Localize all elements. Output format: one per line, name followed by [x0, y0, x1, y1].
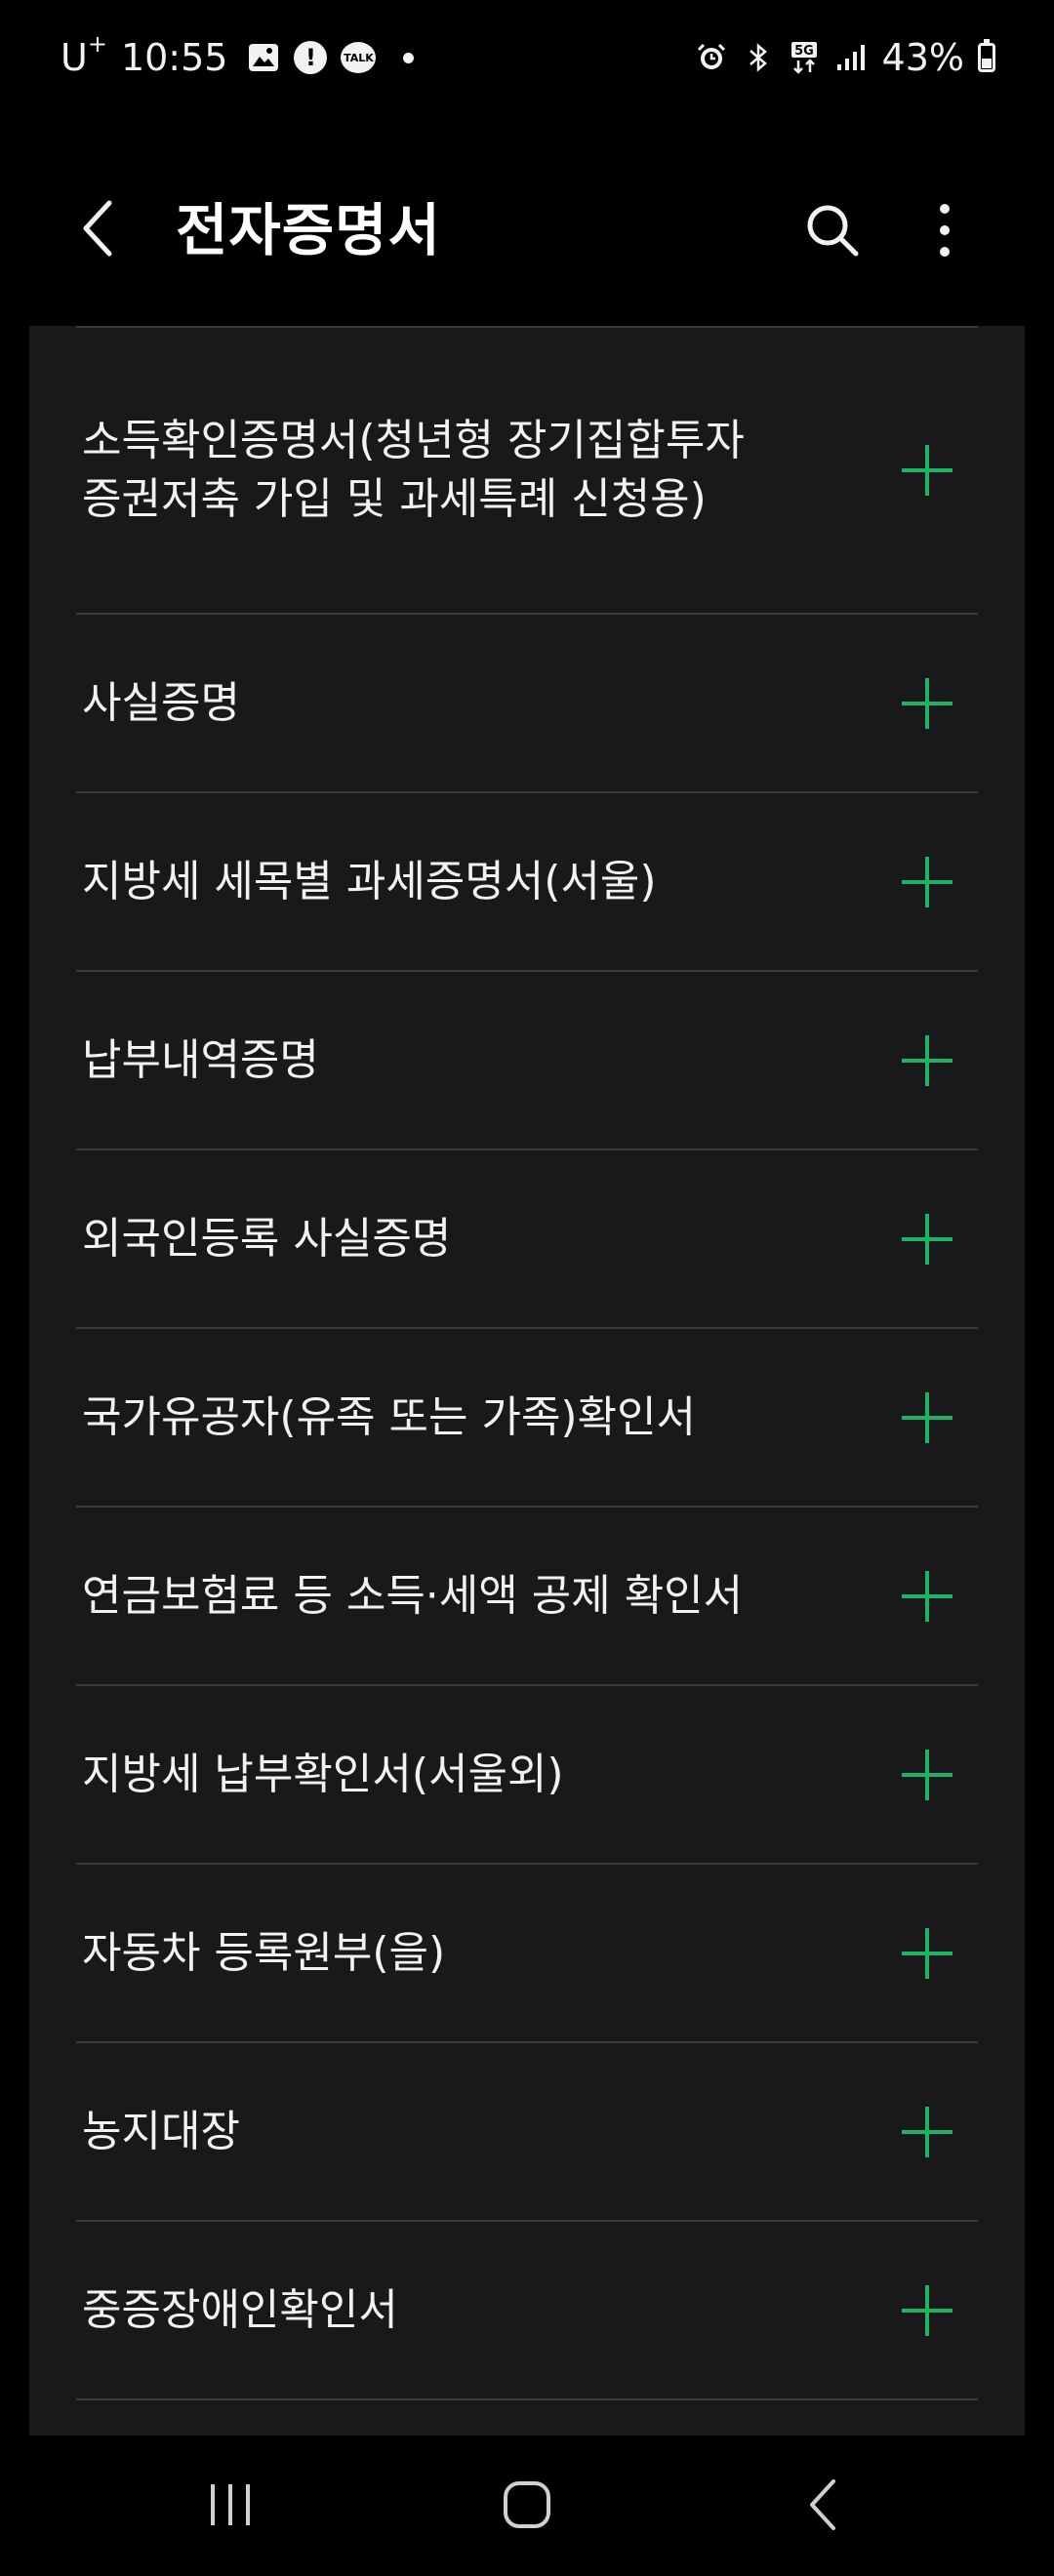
signal-icon — [835, 41, 869, 74]
plus-icon[interactable] — [900, 855, 954, 909]
plus-icon[interactable] — [900, 676, 954, 731]
item-label: 국가유공자(유족 또는 가족)확인서 — [82, 1391, 697, 1442]
search-button[interactable] — [798, 199, 867, 262]
bluetooth-icon — [742, 41, 775, 74]
item-label: 지방세 세목별 과세증명서(서울) — [82, 856, 657, 906]
list-item[interactable]: 지방세 세목별 과세증명서(서울) — [76, 793, 978, 972]
status-right: 5G 43% — [695, 36, 995, 79]
battery-percent: 43% — [881, 36, 964, 79]
battery-icon — [978, 39, 995, 72]
list-item[interactable]: 사실증명 — [76, 615, 978, 793]
plus-icon[interactable] — [900, 1390, 954, 1445]
network-5g-icon: 5G — [789, 41, 822, 74]
certificate-list: 소득확인증명서(청년형 장기집합투자증권저축 가입 및 과세특례 신청용) 사실… — [29, 326, 1025, 2435]
svg-text:5G: 5G — [794, 44, 814, 59]
plus-icon[interactable] — [900, 443, 954, 498]
item-label: 지방세 납부확인서(서울외) — [82, 1749, 564, 1799]
plus-icon[interactable] — [900, 1212, 954, 1267]
more-options-button[interactable] — [915, 199, 974, 262]
item-label: 사실증명 — [82, 677, 240, 728]
plus-icon[interactable] — [900, 1569, 954, 1624]
list-item[interactable]: 중증장애인확인서 — [76, 2222, 978, 2400]
app-bar: 전자증명서 — [0, 115, 1054, 326]
list-item[interactable]: 지방세 납부확인서(서울외) — [76, 1686, 978, 1865]
plus-icon[interactable] — [900, 1033, 954, 1088]
list-item[interactable]: 납부내역증명 — [76, 972, 978, 1150]
item-label: 납부내역증명 — [82, 1034, 319, 1085]
nav-back-button[interactable] — [785, 2471, 863, 2539]
kakaotalk-icon: TALK — [341, 42, 377, 73]
more-notifications-dot — [403, 52, 415, 63]
search-icon — [807, 205, 859, 257]
status-left: U+ 10:55 ! TALK — [61, 30, 415, 79]
item-label: 중증장애인확인서 — [82, 2284, 398, 2335]
list-item[interactable]: 연금보험료 등 소득·세액 공제 확인서 — [76, 1508, 978, 1686]
chevron-left-icon — [83, 200, 112, 257]
gallery-icon — [247, 41, 280, 74]
recent-apps-icon — [211, 2484, 250, 2525]
plus-icon[interactable] — [900, 1748, 954, 1802]
home-icon — [504, 2481, 550, 2528]
plus-icon[interactable] — [900, 2105, 954, 2159]
back-button[interactable] — [70, 199, 129, 258]
alert-icon: ! — [294, 41, 328, 74]
item-label: 연금보험료 등 소득·세액 공제 확인서 — [82, 1570, 744, 1621]
carrier-label: U+ — [61, 30, 107, 79]
alarm-icon — [695, 41, 728, 74]
back-icon — [810, 2479, 835, 2530]
status-bar: U+ 10:55 ! TALK 5G 43% — [0, 0, 1054, 115]
list-item[interactable]: 자동차 등록원부(을) — [76, 1865, 978, 2043]
list-item[interactable]: 소득확인증명서(청년형 장기집합투자증권저축 가입 및 과세특례 신청용) — [76, 328, 978, 615]
page-title: 전자증명서 — [176, 197, 441, 263]
list-item[interactable]: 국가유공자(유족 또는 가족)확인서 — [76, 1329, 978, 1508]
list-item[interactable]: 농지대장 — [76, 2043, 978, 2222]
clock: 10:55 — [120, 36, 228, 79]
recent-apps-button[interactable] — [191, 2471, 269, 2539]
more-vertical-icon — [940, 204, 950, 257]
item-label: 농지대장 — [82, 2106, 240, 2156]
home-button[interactable] — [488, 2471, 566, 2539]
item-label: 소득확인증명서(청년형 장기집합투자증권저축 가입 및 과세특례 신청용) — [82, 416, 745, 524]
list-item[interactable]: 외국인등록 사실증명 — [76, 1150, 978, 1329]
plus-icon[interactable] — [900, 2283, 954, 2338]
item-label: 외국인등록 사실증명 — [82, 1213, 452, 1264]
system-nav-bar — [0, 2435, 1054, 2576]
item-label: 자동차 등록원부(을) — [82, 1927, 446, 1978]
plus-icon[interactable] — [900, 1926, 954, 1981]
